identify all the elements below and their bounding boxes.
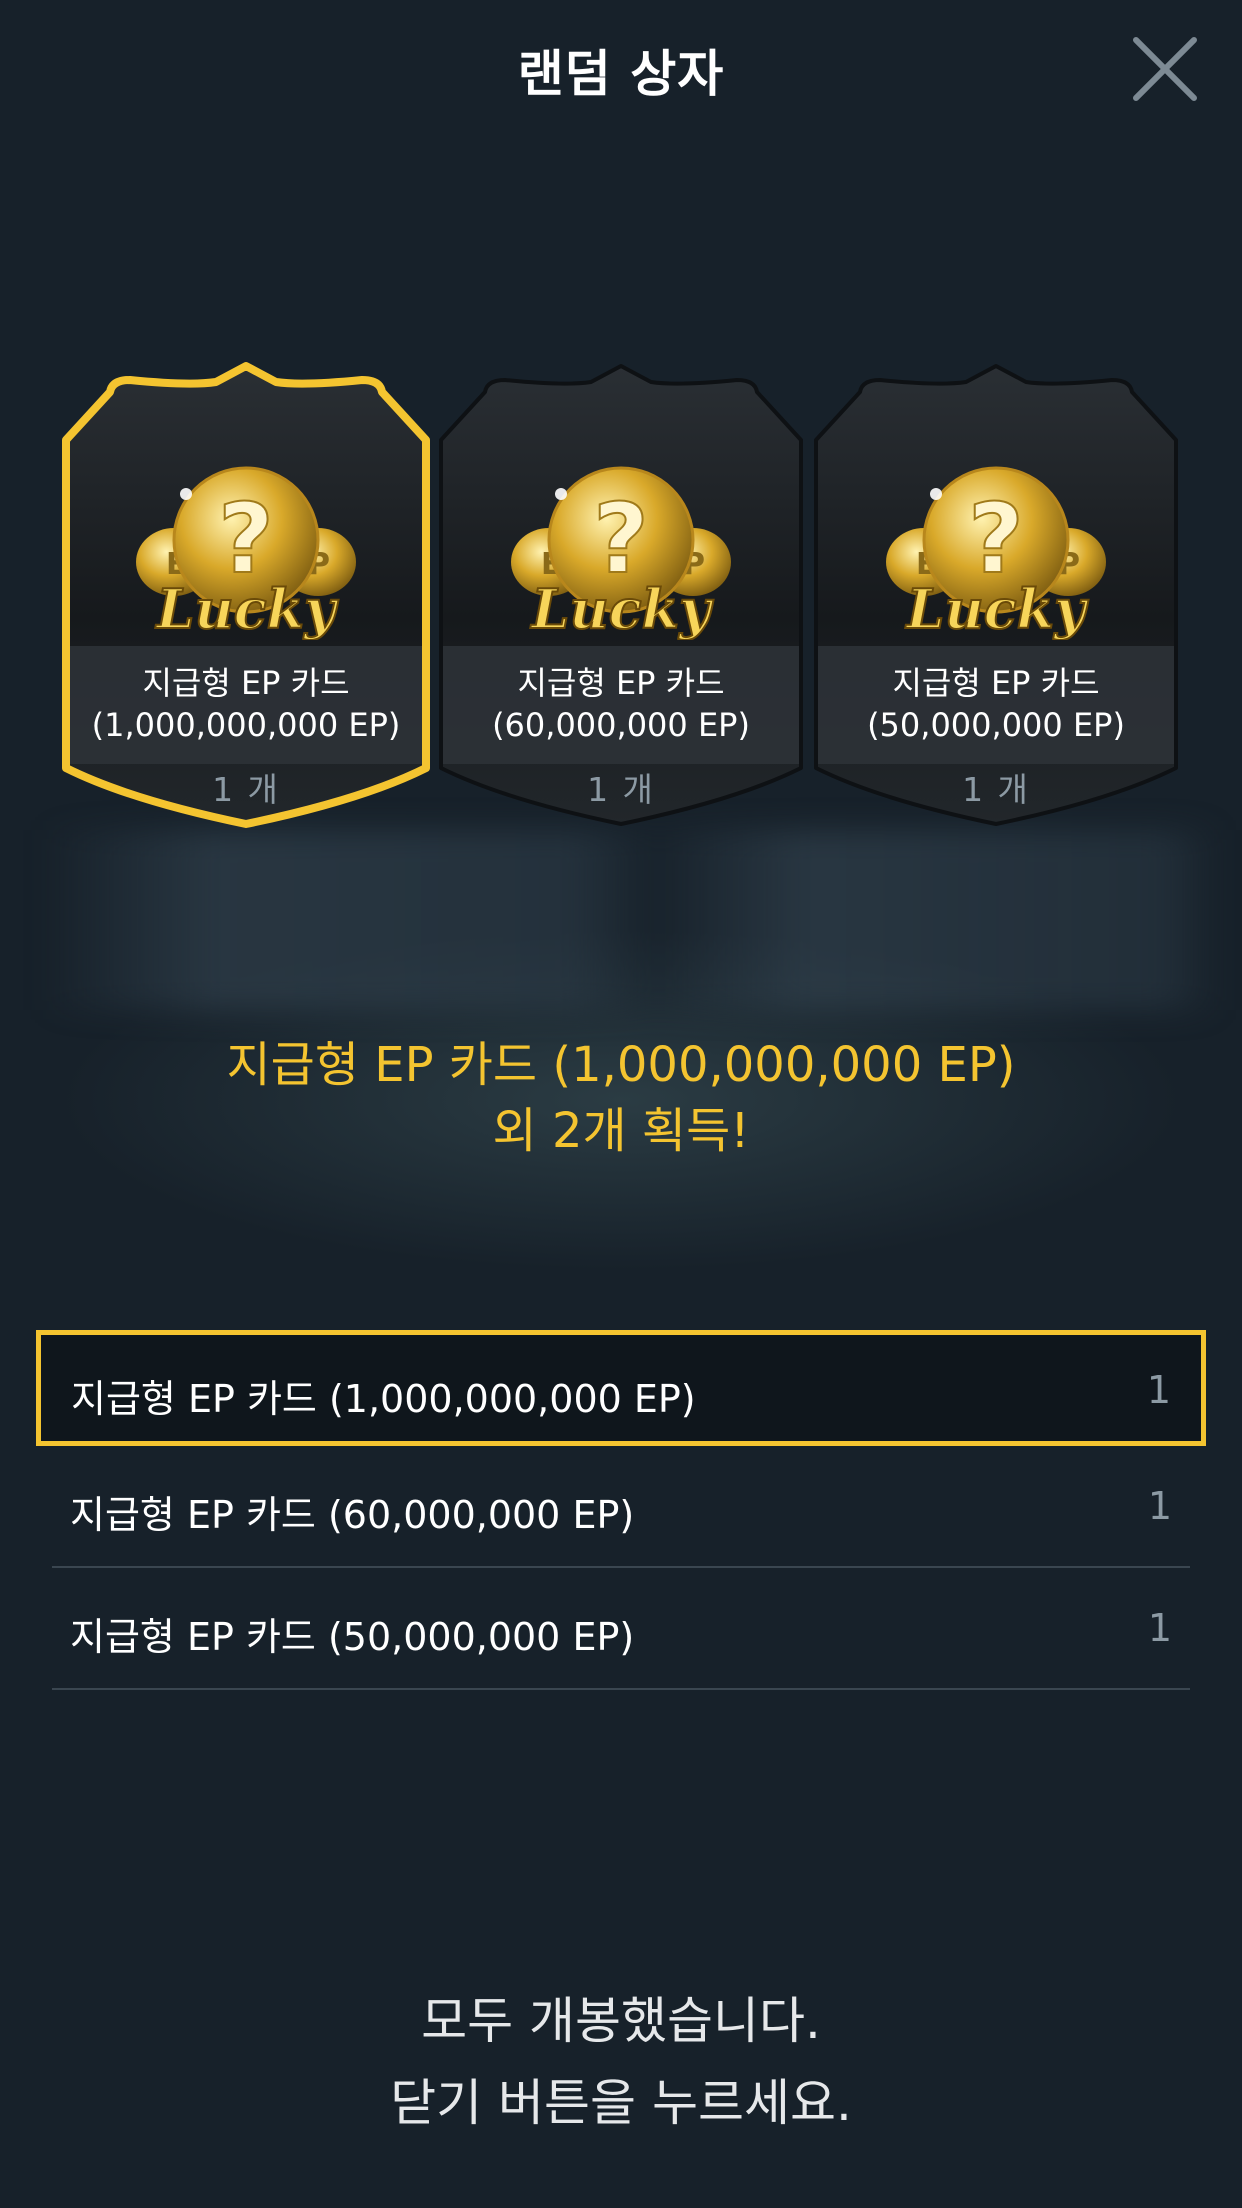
list-item-qty: 1 [1146, 1368, 1171, 1412]
footer-line-2: 닫기 버튼을 누르세요. [390, 2074, 852, 2132]
close-button[interactable] [1128, 32, 1202, 106]
list-item-qty: 1 [1147, 1606, 1172, 1650]
close-icon [1133, 37, 1197, 101]
result-line-2: 외 2개 획득! [492, 1103, 750, 1159]
footer-line-1: 모두 개봉했습니다. [421, 1992, 821, 2050]
lucky-coin-icon: E P ? Lucky [136, 466, 356, 640]
list-item[interactable]: 지급형 EP 카드 (60,000,000 EP) 1 [52, 1446, 1190, 1568]
svg-text:Lucky: Lucky [155, 577, 340, 640]
list-item[interactable]: 지급형 EP 카드 (50,000,000 EP) 1 [52, 1568, 1190, 1690]
page-title: 랜덤 상자 [517, 45, 725, 103]
list-item-label: 지급형 EP 카드 (1,000,000,000 EP) [71, 1377, 696, 1421]
reward-card-2[interactable]: E P ? Lucky 지급형 EP 카드 (60,000,000 EP) 1 … [437, 360, 805, 830]
card-row: E P ? Lucky 지급형 EP 카드 (1,000,000,000 EP)… [0, 360, 1242, 840]
list-item-qty: 1 [1147, 1484, 1172, 1528]
lucky-coin-icon: E P ? Lucky [511, 466, 731, 640]
svg-text:Lucky: Lucky [530, 577, 715, 640]
card-count: 1 개 [587, 770, 655, 809]
reward-card-1[interactable]: E P ? Lucky 지급형 EP 카드 (1,000,000,000 EP)… [62, 360, 430, 830]
reward-list: 지급형 EP 카드 (1,000,000,000 EP) 1 지급형 EP 카드… [36, 1330, 1206, 1690]
reward-card-3[interactable]: E P ? Lucky 지급형 EP 카드 (50,000,000 EP) 1 … [812, 360, 1180, 830]
lucky-coin-icon: E P ? Lucky [886, 466, 1106, 640]
list-item-label: 지급형 EP 카드 (50,000,000 EP) [70, 1615, 635, 1659]
card-name: 지급형 EP 카드 (60,000,000 EP) [492, 664, 750, 744]
card-count: 1 개 [212, 770, 280, 809]
background-blur [40, 830, 1220, 1010]
card-name: 지급형 EP 카드 (1,000,000,000 EP) [91, 664, 401, 744]
result-message: 지급형 EP 카드 (1,000,000,000 EP) 외 2개 획득! [0, 1032, 1242, 1164]
result-line-1: 지급형 EP 카드 (1,000,000,000 EP) [226, 1037, 1016, 1093]
header: 랜덤 상자 [0, 0, 1242, 135]
footer-message: 모두 개봉했습니다. 닫기 버튼을 누르세요. [0, 1980, 1242, 2144]
card-name: 지급형 EP 카드 (50,000,000 EP) [867, 664, 1125, 744]
card-count: 1 개 [962, 770, 1030, 809]
list-item[interactable]: 지급형 EP 카드 (1,000,000,000 EP) 1 [36, 1330, 1206, 1446]
svg-text:Lucky: Lucky [905, 577, 1090, 640]
list-item-label: 지급형 EP 카드 (60,000,000 EP) [70, 1493, 635, 1537]
